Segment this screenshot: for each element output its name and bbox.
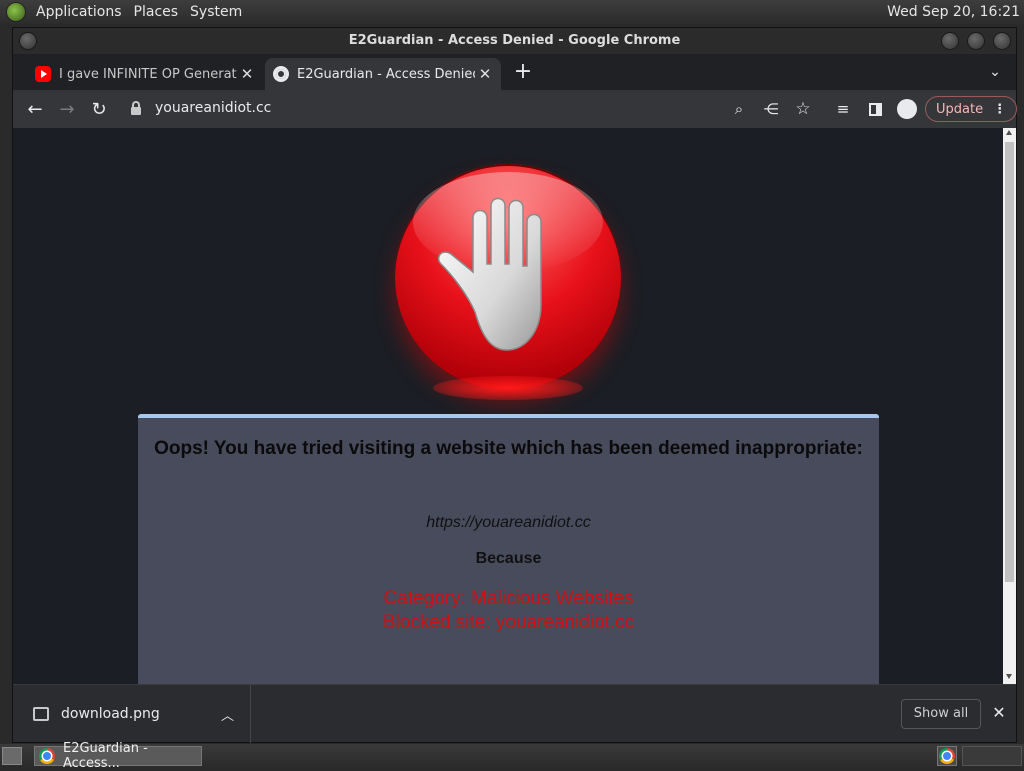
workspace-switcher[interactable]: [962, 746, 1022, 766]
scrollbar-thumb[interactable]: [1005, 142, 1014, 582]
vertical-scrollbar[interactable]: [1003, 128, 1016, 684]
download-filename: download.png: [61, 706, 160, 722]
download-item[interactable]: download.png ︿: [33, 685, 251, 743]
block-heading: Oops! You have tried visiting a website …: [154, 438, 863, 459]
because-label: Because: [475, 550, 542, 567]
tab-youtube[interactable]: I gave INFINITE OP Generators ✕: [27, 58, 263, 90]
youtube-icon: [35, 66, 51, 82]
close-download-bar-icon[interactable]: ✕: [991, 701, 1007, 725]
minimize-button[interactable]: [941, 32, 959, 50]
toolbar: ← → ↻ youareanidiot.cc ⌕ ⋲ ☆ ≡ Update ⋮: [13, 90, 1018, 128]
block-message-panel: Oops! You have tried visiting a website …: [138, 414, 879, 684]
image-file-icon: [33, 707, 49, 721]
tab-e2guardian[interactable]: E2Guardian - Access Denied ✕: [265, 58, 501, 90]
new-tab-button[interactable]: +: [511, 60, 535, 84]
blocked-site: Blocked site: youareanidiot.cc: [382, 612, 635, 633]
tab-title: I gave INFINITE OP Generators: [59, 66, 237, 82]
scroll-down-icon[interactable]: [1006, 674, 1012, 679]
share-icon[interactable]: ⋲: [755, 93, 787, 125]
close-window-button[interactable]: [993, 32, 1011, 50]
scroll-up-icon[interactable]: [1006, 130, 1012, 135]
profile-avatar-icon[interactable]: [891, 93, 923, 125]
menu-applications[interactable]: Applications: [30, 0, 128, 24]
maximize-button[interactable]: [967, 32, 985, 50]
tab-search-chevron-icon[interactable]: ⌄: [985, 62, 1005, 82]
blocked-url: https://youareanidiot.cc: [426, 514, 591, 531]
show-all-button[interactable]: Show all: [901, 699, 981, 729]
forward-button[interactable]: →: [51, 93, 83, 125]
distro-logo-icon[interactable]: [6, 2, 26, 22]
stop-hand-icon: [395, 164, 621, 390]
media-playlist-icon[interactable]: ≡: [827, 93, 859, 125]
bookmark-star-icon[interactable]: ☆: [787, 93, 819, 125]
update-button[interactable]: Update ⋮: [925, 96, 1018, 122]
taskbar-item-chrome[interactable]: E2Guardian - Access...: [34, 741, 202, 771]
browser-window: E2Guardian - Access Denied - Google Chro…: [12, 27, 1018, 743]
tab-close-icon[interactable]: ✕: [475, 65, 495, 83]
menu-system[interactable]: System: [184, 0, 248, 24]
back-button[interactable]: ←: [19, 93, 51, 125]
reload-button[interactable]: ↻: [83, 93, 115, 125]
window-title: E2Guardian - Access Denied - Google Chro…: [348, 33, 681, 48]
window-menu-icon[interactable]: [19, 32, 37, 50]
tab-title: E2Guardian - Access Denied: [297, 66, 475, 82]
sign-glow: [433, 376, 583, 400]
top-panel: Applications Places System Wed Sep 20, 1…: [0, 0, 1024, 24]
bottom-taskbar: E2Guardian - Access...: [0, 741, 1024, 771]
show-desktop-icon[interactable]: [2, 747, 22, 765]
update-label: Update: [936, 101, 984, 117]
chevron-up-icon[interactable]: ︿: [221, 705, 234, 724]
chrome-icon: [39, 748, 55, 764]
window-titlebar[interactable]: E2Guardian - Access Denied - Google Chro…: [13, 28, 1016, 54]
taskbar-item-label: E2Guardian - Access...: [63, 741, 148, 771]
side-panel-icon[interactable]: [859, 93, 891, 125]
globe-icon: [273, 66, 289, 82]
lock-icon[interactable]: [131, 101, 141, 115]
tab-strip: I gave INFINITE OP Generators ✕ E2Guardi…: [13, 54, 1016, 90]
tab-close-icon[interactable]: ✕: [237, 65, 257, 83]
panel-clock[interactable]: Wed Sep 20, 16:21: [887, 4, 1024, 20]
workspace-chrome-icon[interactable]: [937, 746, 957, 766]
kebab-menu-icon: ⋮: [993, 101, 1007, 117]
zoom-search-icon[interactable]: ⌕: [723, 93, 755, 125]
download-bar: download.png ︿ Show all ✕: [13, 684, 1016, 743]
block-category: Category: Malicious Websites: [383, 588, 634, 609]
page-viewport[interactable]: Oops! You have tried visiting a website …: [13, 128, 1016, 684]
address-bar[interactable]: youareanidiot.cc: [155, 100, 271, 116]
menu-places[interactable]: Places: [128, 0, 185, 24]
